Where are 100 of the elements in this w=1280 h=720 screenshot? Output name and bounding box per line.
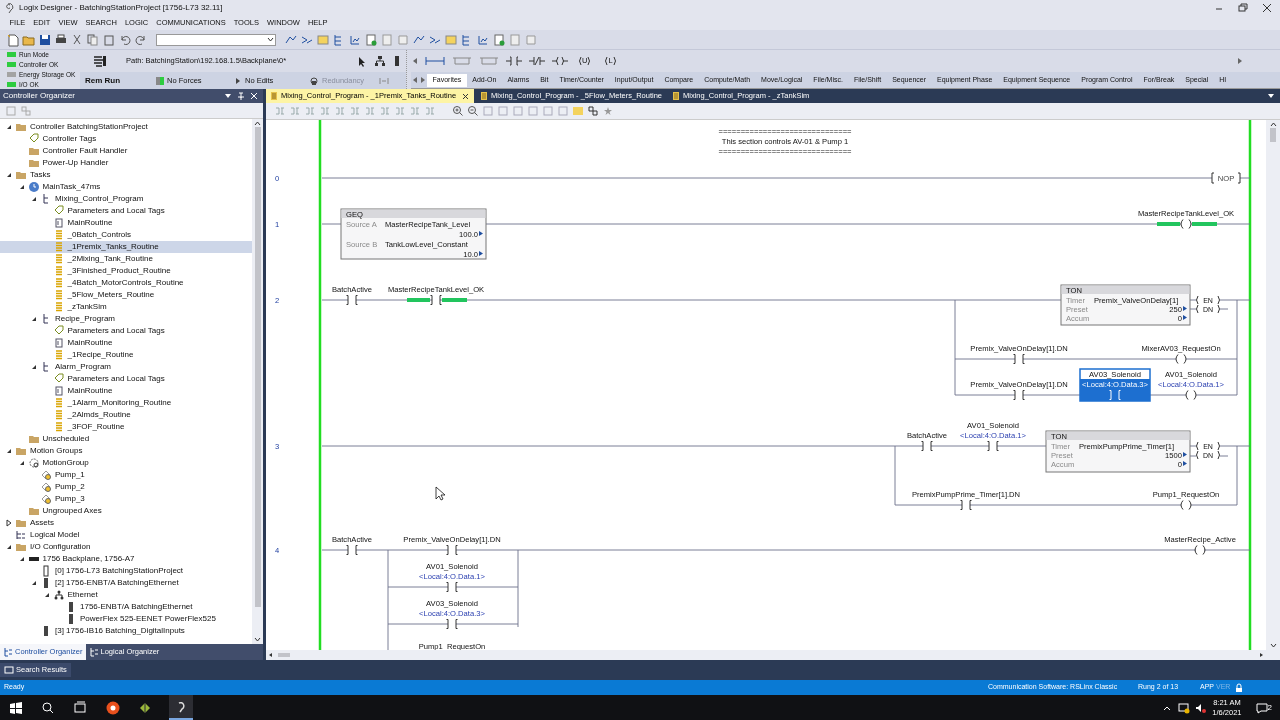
search-icon[interactable] (41, 700, 55, 715)
pointer-icon[interactable] (356, 55, 368, 67)
close-icon[interactable] (249, 91, 259, 101)
instruction-block[interactable] (340, 208, 487, 260)
new-file-icon[interactable] (6, 32, 20, 47)
coil-icon[interactable] (551, 55, 569, 67)
tree-item[interactable]: _2Mixing_Tank_Routine (0, 253, 252, 265)
tree-item[interactable]: _5Flow_Meters_Routine (0, 289, 252, 301)
tree-item[interactable]: _1Alarm_Monitoring_Routine (0, 397, 252, 409)
tree-item[interactable]: Power-Up Handler (0, 157, 252, 169)
instruction-block[interactable] (1060, 284, 1191, 326)
contact-symbol[interactable] (446, 619, 458, 629)
instruction-block[interactable] (1045, 430, 1191, 473)
tree-item[interactable]: Assets (0, 517, 252, 529)
tree-item[interactable]: _0Batch_Controls (0, 229, 252, 241)
tab-left-icon[interactable] (411, 75, 419, 85)
close-tab-icon[interactable] (461, 91, 471, 101)
contact-icon[interactable] (505, 55, 523, 67)
coil-symbol[interactable] (1185, 390, 1197, 400)
module-icon[interactable] (392, 55, 402, 67)
tree-item[interactable]: Parameters and Local Tags (0, 205, 252, 217)
copy-icon[interactable] (86, 32, 100, 47)
toolbar-icon[interactable] (492, 32, 506, 47)
scroll-up-icon[interactable] (1268, 120, 1278, 128)
scroll-down-icon[interactable] (253, 636, 262, 644)
contact-symbol[interactable] (1013, 354, 1025, 364)
contact-symbol[interactable] (346, 545, 358, 555)
expanded-triangle-icon[interactable] (30, 195, 38, 203)
zoom-out-icon[interactable] (467, 105, 479, 117)
scrollbar[interactable] (266, 650, 1280, 660)
tree-item[interactable]: Ungrouped Axes (0, 505, 252, 517)
tree-item[interactable]: 1756 Backplane, 1756-A7 (0, 553, 252, 565)
contact-symbol[interactable] (987, 441, 999, 451)
tree-item[interactable]: MotionGroup (0, 457, 252, 469)
coil-symbol[interactable] (1180, 500, 1192, 510)
scroll-up-icon[interactable] (253, 119, 262, 127)
scroll-thumb[interactable] (278, 653, 290, 657)
selection-highlight[interactable] (1079, 368, 1151, 402)
coil-symbol[interactable] (1157, 219, 1217, 229)
negated-contact-icon[interactable] (528, 55, 546, 67)
contact-symbol[interactable] (446, 582, 458, 592)
target-app-icon[interactable] (105, 699, 121, 716)
contact-symbol[interactable] (921, 441, 933, 451)
expanded-triangle-icon[interactable] (5, 447, 13, 455)
contact-symbol[interactable] (346, 295, 358, 305)
scroll-thumb[interactable] (254, 127, 261, 607)
scroll-thumb[interactable] (1270, 128, 1276, 142)
tree-item[interactable]: Pump_3 (0, 493, 252, 505)
tree-item[interactable]: 1756-ENBT/A BatchingEthernet (0, 601, 252, 613)
tree-item[interactable]: PowerFlex 525-EENET PowerFlex525 (0, 613, 252, 625)
tree-item[interactable]: Parameters and Local Tags (0, 325, 252, 337)
tree-item[interactable]: MainRoutine (0, 337, 252, 349)
tree-item[interactable]: [3] 1756-IB16 Batching_DigitalInputs (0, 625, 252, 637)
tree-item[interactable]: _zTankSim (0, 301, 252, 313)
tree-item[interactable]: Logical Model (0, 529, 252, 541)
tree-item[interactable]: Controller BatchingStationProject (0, 121, 252, 133)
notification-button[interactable]: 2 (1255, 701, 1272, 714)
tree-item[interactable]: Alarm_Program (0, 361, 252, 373)
tree-item[interactable]: Parameters and Local Tags (0, 373, 252, 385)
scrollbar[interactable] (1266, 120, 1280, 650)
tree-item[interactable]: Tasks (0, 169, 252, 181)
tree-item[interactable]: [0] 1756-L73 BatchingStationProject (0, 565, 252, 577)
tree-item[interactable]: Ethernet (0, 589, 252, 601)
tree-item[interactable]: Motion Groups (0, 445, 252, 457)
tree-item[interactable]: _2Almds_Routine (0, 409, 252, 421)
tree-item[interactable]: _4Batch_MotorControls_Routine (0, 277, 252, 289)
tree-item[interactable]: [2] 1756-ENBT/A BatchingEthernet (0, 577, 252, 589)
tree-item[interactable]: _3FOF_Routine (0, 421, 252, 433)
collapsed-triangle-icon[interactable] (5, 519, 13, 527)
tree-item[interactable]: Pump_1 (0, 469, 252, 481)
tree-item[interactable]: Mixing_Control_Program (0, 193, 252, 205)
scrollbar[interactable] (252, 119, 263, 644)
tree-item[interactable]: _3Finished_Product_Routine (0, 265, 252, 277)
tree-item[interactable]: _1Premix_Tanks_Routine (0, 241, 252, 253)
save-icon[interactable] (38, 32, 52, 47)
tree-item[interactable]: Controller Fault Handler (0, 145, 252, 157)
network-status-icon[interactable] (1178, 701, 1191, 714)
tree-item[interactable]: Pump_2 (0, 481, 252, 493)
task-view-icon[interactable] (73, 700, 87, 715)
tree-item[interactable]: MainTask_47ms (0, 181, 252, 193)
expanded-triangle-icon[interactable] (30, 315, 38, 323)
tree-item[interactable]: Recipe_Program (0, 313, 252, 325)
tab-right-icon[interactable] (419, 75, 427, 85)
expanded-triangle-icon[interactable] (5, 123, 13, 131)
contact-symbol[interactable] (960, 500, 972, 510)
tree-item[interactable]: Unscheduled (0, 433, 252, 445)
close-icon[interactable] (1260, 1, 1274, 14)
tree-item[interactable]: _1Recipe_Routine (0, 349, 252, 361)
tree-item[interactable]: I/O Configuration (0, 541, 252, 553)
tree-item[interactable]: MainRoutine (0, 385, 252, 397)
contact-symbol[interactable] (1013, 390, 1025, 400)
expanded-triangle-icon[interactable] (5, 171, 13, 179)
tree-item[interactable]: MainRoutine (0, 217, 252, 229)
scroll-down-icon[interactable] (1268, 642, 1278, 650)
tag-search-combobox[interactable] (156, 33, 276, 46)
restore-icon[interactable] (1236, 1, 1250, 14)
expanded-triangle-icon[interactable] (30, 579, 38, 587)
network-icon[interactable] (374, 55, 386, 67)
expanded-triangle-icon[interactable] (30, 363, 38, 371)
toolbar-icon[interactable] (364, 32, 378, 47)
